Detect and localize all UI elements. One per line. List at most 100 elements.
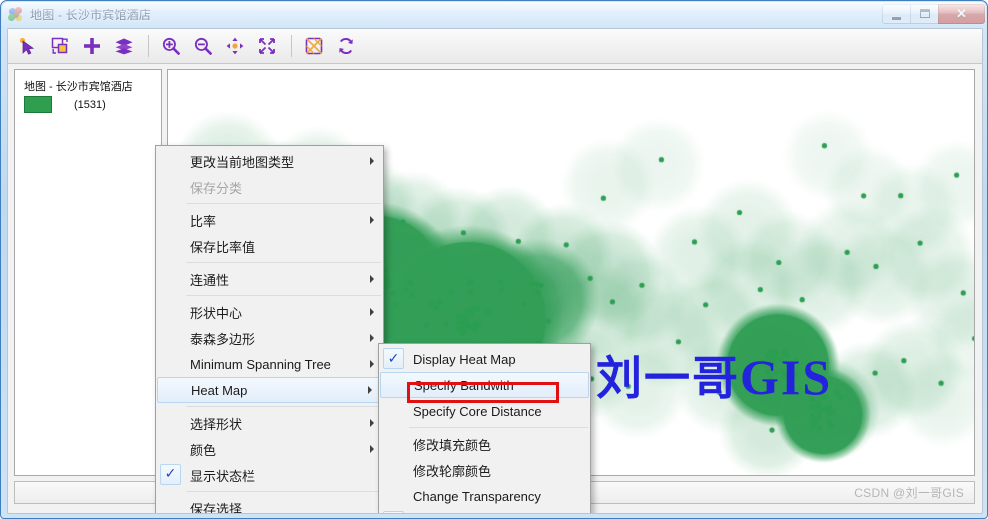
context-menu-item[interactable]: ✓ 显示状态栏 <box>156 462 383 488</box>
chevron-right-icon <box>370 216 374 224</box>
full-extent-button[interactable] <box>252 32 282 60</box>
check-icon: ✓ <box>160 464 181 485</box>
chevron-right-icon <box>370 275 374 283</box>
check-icon: ✓ <box>383 511 404 513</box>
submenu-items: ✓ Display Heat Map Specify Bandwith Specify… <box>379 346 590 513</box>
full-extent-icon <box>259 38 275 54</box>
context-menu-separator <box>186 295 381 296</box>
context-menu-separator <box>186 406 381 407</box>
window-controls: ✕ <box>882 3 985 24</box>
status-bar-text: CSDN @刘一哥GIS <box>854 486 964 500</box>
legend-title: 地图 - 长沙市宾馆酒店 <box>24 81 133 93</box>
context-menu-item-label: Minimum Spanning Tree <box>190 356 331 372</box>
context-menu-item[interactable]: 保存比率值 <box>156 233 383 259</box>
toolbar-separator-1 <box>148 35 149 57</box>
legend-entry[interactable]: (1531) <box>24 96 106 113</box>
chevron-right-icon <box>370 360 374 368</box>
submenu-separator <box>409 427 588 428</box>
context-menu-item[interactable]: Minimum Spanning Tree <box>156 351 383 377</box>
refresh-button[interactable] <box>331 32 361 60</box>
client-area: 地图 - 长沙市宾馆酒店 (1531) @刘一哥GIS CSDN @刘一哥GIS <box>7 28 983 514</box>
chevron-right-icon <box>370 157 374 165</box>
layers-button[interactable] <box>109 32 139 60</box>
title-bar: 地图 - 长沙市宾馆酒店 ✕ <box>1 1 987 28</box>
context-menu-item-label: Heat Map <box>191 382 248 398</box>
minimize-button[interactable] <box>882 3 911 24</box>
context-menu-item-label: 泰森多边形 <box>190 332 256 348</box>
context-menu-item[interactable]: 比率 <box>156 207 383 233</box>
pan-button[interactable] <box>220 32 250 60</box>
context-menu-item-label: 连通性 <box>190 273 230 289</box>
grid-overlay-icon <box>305 37 323 55</box>
context-menu-separator <box>186 203 381 204</box>
context-menu-item[interactable]: Heat Map <box>157 377 382 403</box>
submenu-item[interactable]: 修改填充颜色 <box>379 431 590 457</box>
select-region-icon <box>51 37 68 54</box>
context-menu-item-label: 保存比率值 <box>190 240 256 256</box>
context-menu-separator <box>186 491 381 492</box>
chevron-right-icon <box>370 419 374 427</box>
refresh-icon <box>339 37 353 55</box>
legend-color-swatch <box>24 96 52 113</box>
zoom-out-icon <box>194 37 212 55</box>
context-menu-item-label: 保存选择 <box>190 502 243 514</box>
submenu-item-label: 修改轮廓颜色 <box>413 464 492 480</box>
add-button[interactable] <box>77 32 107 60</box>
window-title: 地图 - 长沙市宾馆酒店 <box>30 8 152 22</box>
maximize-button[interactable] <box>910 3 939 24</box>
legend-count-label: (1531) <box>74 98 106 111</box>
context-menu-item[interactable]: 形状中心 <box>156 299 383 325</box>
toolbar <box>8 29 982 64</box>
context-menu-item-label: 颜色 <box>190 443 217 459</box>
chevron-right-icon <box>370 445 374 453</box>
context-menu-item[interactable]: 选择形状 <box>156 410 383 436</box>
layers-icon <box>115 38 133 55</box>
submenu-item[interactable]: Change Transparency <box>379 483 590 509</box>
application-window: 地图 - 长沙市宾馆酒店 ✕ 地图 - 长沙市宾馆酒店 (1531) 刘一哥GI… <box>0 0 988 519</box>
select-arrow-button[interactable] <box>13 32 43 60</box>
pan-icon <box>226 37 244 55</box>
context-menu-item-label: 显示状态栏 <box>190 469 256 485</box>
context-menu-separator <box>186 262 381 263</box>
zoom-in-icon <box>162 37 180 55</box>
check-icon: ✓ <box>383 348 404 369</box>
context-menu-item-label: 保存分类 <box>190 181 243 197</box>
grid-overlay-button[interactable] <box>299 32 329 60</box>
add-plus-icon <box>84 38 100 54</box>
close-icon: ✕ <box>956 6 967 21</box>
submenu-item-label: Display Heat Map <box>413 351 516 367</box>
context-menu-item-label: 比率 <box>190 214 217 230</box>
close-button[interactable]: ✕ <box>938 3 985 24</box>
chevron-right-icon <box>370 334 374 342</box>
chevron-right-icon <box>370 308 374 316</box>
submenu-item[interactable]: ✓Heat Map on Top <box>379 509 590 513</box>
chevron-right-icon <box>368 386 372 394</box>
toolbar-separator-2 <box>291 35 292 57</box>
context-menu-item-label: 选择形状 <box>190 417 243 433</box>
zoom-in-button[interactable] <box>156 32 186 60</box>
context-menu-item[interactable]: 更改当前地图类型 <box>156 148 383 174</box>
submenu-item-label: Specify Bandwith <box>414 377 514 393</box>
context-menu-item[interactable]: 泰森多边形 <box>156 325 383 351</box>
legend-panel[interactable]: 地图 - 长沙市宾馆酒店 (1531) <box>14 69 162 476</box>
heat-map-submenu[interactable]: ✓ Display Heat Map Specify Bandwith Specify… <box>378 343 591 513</box>
context-menu-item: 保存分类 <box>156 174 383 200</box>
submenu-item[interactable]: Specify Core Distance <box>379 398 590 424</box>
context-menu-item-label: 更改当前地图类型 <box>190 155 295 171</box>
context-menu-item-label: 形状中心 <box>190 306 243 322</box>
submenu-item[interactable]: 修改轮廓颜色 <box>379 457 590 483</box>
submenu-item[interactable]: Specify Bandwith <box>380 372 589 398</box>
context-menu[interactable]: 更改当前地图类型 保存分类比率保存比率值连通性形状中心泰森多边形 Minimum S… <box>155 145 384 514</box>
select-region-button[interactable] <box>45 32 75 60</box>
context-menu-item[interactable]: 颜色 <box>156 436 383 462</box>
context-menu-items: 更改当前地图类型 保存分类比率保存比率值连通性形状中心泰森多边形 Minimum S… <box>156 148 383 514</box>
submenu-item[interactable]: ✓ Display Heat Map <box>379 346 590 372</box>
select-arrow-icon <box>19 37 35 55</box>
app-globe-icon <box>8 6 24 23</box>
zoom-out-button[interactable] <box>188 32 218 60</box>
submenu-item-label: Change Transparency <box>413 488 541 504</box>
context-menu-item[interactable]: 保存选择 <box>156 495 383 514</box>
submenu-item-label: Specify Core Distance <box>413 403 542 419</box>
submenu-item-label: 修改填充颜色 <box>413 438 492 454</box>
context-menu-item[interactable]: 连通性 <box>156 266 383 292</box>
